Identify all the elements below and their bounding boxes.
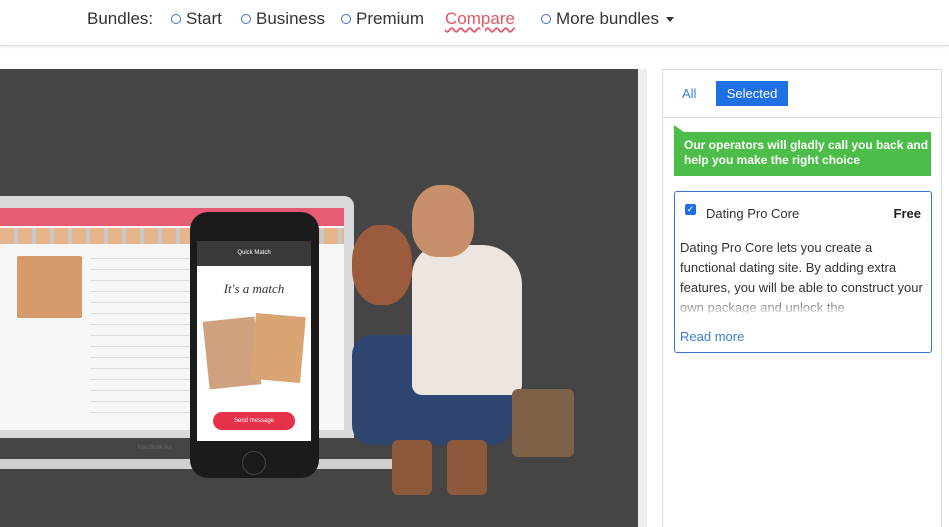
hero-image: MacBook Air Quick Match It's a match Sen…: [0, 69, 638, 527]
match-photo-woman: [250, 312, 306, 384]
selection-panel: All Selected Our operators will gladly c…: [662, 69, 942, 527]
scroll-divider: [638, 69, 647, 527]
radio-icon[interactable]: [241, 14, 251, 24]
tree-stump: [512, 389, 574, 457]
tab-all[interactable]: All: [682, 86, 696, 101]
send-message-button: Send message: [213, 412, 295, 430]
more-bundles-dropdown[interactable]: More bundles: [541, 9, 675, 29]
bundle-option-label: Start: [186, 9, 222, 28]
bundles-label: Bundles:: [87, 9, 154, 28]
sweater: [412, 245, 522, 395]
home-button: [242, 451, 266, 475]
compare-link[interactable]: Compare: [445, 9, 515, 29]
profile-photo: [17, 256, 82, 318]
phone-title: Quick Match: [197, 241, 311, 266]
bundle-option-start[interactable]: Start: [171, 9, 222, 29]
radio-icon[interactable]: [171, 14, 181, 24]
description-fade: [680, 298, 925, 316]
laptop-label: MacBook Air: [138, 445, 172, 451]
product-card: ✓ Dating Pro Core Free Dating Pro Core l…: [674, 191, 932, 353]
woman-head: [352, 225, 412, 305]
bundle-option-business[interactable]: Business: [241, 9, 325, 29]
checkbox-checked-icon[interactable]: ✓: [685, 204, 696, 215]
product-price: Free: [893, 206, 921, 221]
more-bundles-label: More bundles: [556, 9, 660, 28]
couple-photo: [352, 185, 570, 505]
tab-selected[interactable]: Selected: [716, 81, 788, 106]
tab-bar: All Selected: [663, 70, 941, 118]
bundle-option-premium[interactable]: Premium: [341, 9, 424, 29]
boot: [392, 440, 432, 495]
bundles-bar: Bundles: Start Business Premium Compare …: [0, 0, 949, 46]
radio-icon[interactable]: [341, 14, 351, 24]
bundle-option-label: Premium: [356, 9, 425, 28]
profile-details: [90, 258, 200, 418]
chevron-down-icon: [666, 16, 675, 22]
man-head: [412, 185, 474, 257]
operator-callout: Our operators will gladly call you back …: [674, 125, 931, 176]
boot: [447, 440, 487, 495]
bundle-option-label: Business: [256, 9, 325, 28]
phone-screen: Quick Match It's a match Send message: [197, 241, 311, 441]
read-more-link[interactable]: Read more: [680, 329, 744, 344]
product-name: Dating Pro Core: [706, 206, 800, 221]
phone-mockup: Quick Match It's a match Send message: [190, 212, 319, 478]
radio-icon[interactable]: [541, 14, 551, 24]
match-text: It's a match: [223, 281, 285, 296]
